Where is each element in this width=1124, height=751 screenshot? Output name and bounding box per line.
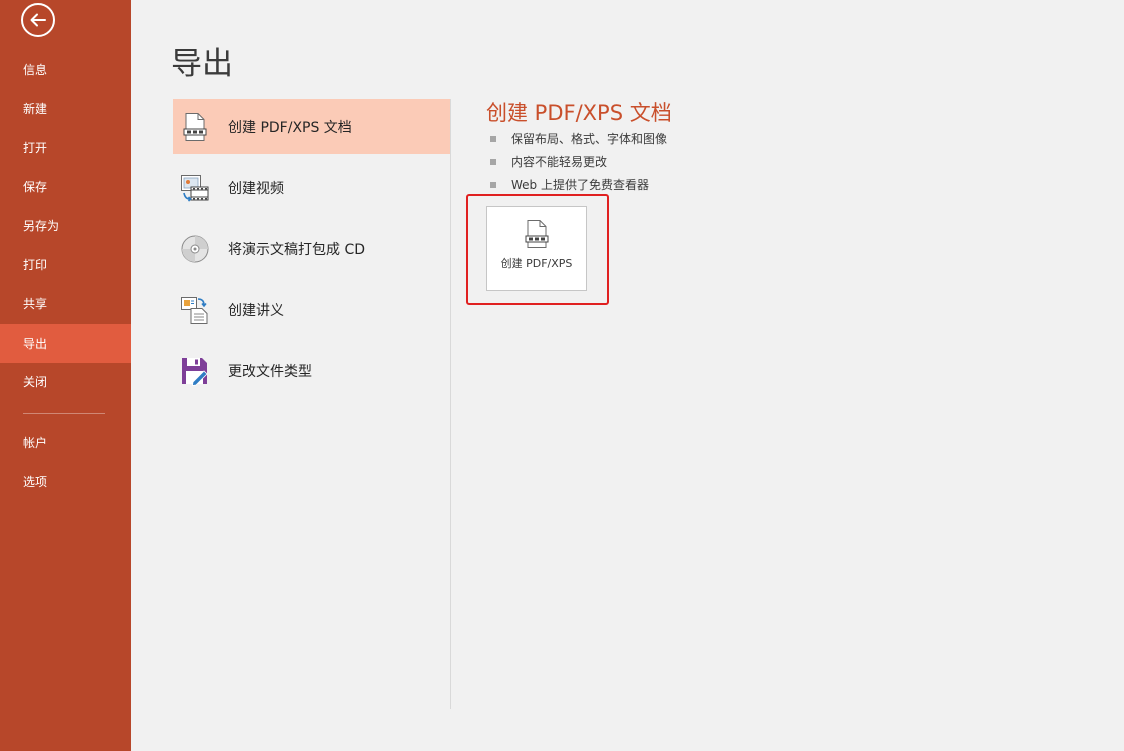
cd-icon [180,233,210,265]
nav-item-export[interactable]: 导出 [0,324,131,363]
nav-item-info[interactable]: 信息 [0,50,131,89]
nav-item-label: 保存 [23,180,48,194]
nav-item-label: 共享 [23,297,48,311]
option-label: 创建 PDF/XPS 文档 [228,119,352,136]
nav-item-label: 打印 [23,258,48,272]
button-label: 创建 PDF/XPS [500,257,573,270]
panel-divider [450,99,451,709]
list-item-text: 内容不能轻易更改 [511,155,608,169]
nav-item-label: 另存为 [23,219,60,233]
handout-icon [180,294,210,326]
nav-item-label: 选项 [23,475,48,489]
option-package-cd[interactable]: 将演示文稿打包成 CD [173,221,450,276]
nav-item-save[interactable]: 保存 [0,167,131,206]
list-item: 内容不能轻易更改 [490,150,667,173]
nav-item-save-as[interactable]: 另存为 [0,206,131,245]
create-pdf-xps-button[interactable]: 创建 PDF/XPS [486,206,587,291]
backstage-sidebar: 信息 新建 打开 保存 另存为 打印 共享 导出 关闭 帐户 选项 [0,0,131,751]
list-item: 保留布局、格式、字体和图像 [490,127,667,150]
pdf-document-icon [524,219,550,249]
back-button[interactable] [21,3,55,37]
nav-item-new[interactable]: 新建 [0,89,131,128]
change-file-type-icon [180,355,210,387]
option-create-handout[interactable]: 创建讲义 [173,282,450,337]
option-create-pdf-xps[interactable]: 创建 PDF/XPS 文档 [173,99,450,154]
option-change-file-type[interactable]: 更改文件类型 [173,343,450,398]
nav-item-label: 新建 [23,102,48,116]
option-label: 创建讲义 [228,302,284,319]
nav-item-share[interactable]: 共享 [0,284,131,323]
nav-item-label: 信息 [23,63,48,77]
option-create-video[interactable]: 创建视频 [173,160,450,215]
back-arrow-icon [30,13,46,27]
detail-title: 创建 PDF/XPS 文档 [486,101,672,125]
pdf-document-icon [180,111,210,143]
nav-item-print[interactable]: 打印 [0,245,131,284]
nav-item-label: 导出 [23,337,48,351]
nav-item-options[interactable]: 选项 [0,462,131,501]
option-label: 更改文件类型 [228,363,312,380]
nav-item-label: 打开 [23,141,48,155]
page-title: 导出 [171,46,233,82]
nav-item-account[interactable]: 帐户 [0,423,131,462]
bullet-square-icon [490,135,496,142]
nav-item-open[interactable]: 打开 [0,128,131,167]
list-item: Web 上提供了免费查看器 [490,173,667,196]
list-item-text: 保留布局、格式、字体和图像 [511,132,668,146]
list-item-text: Web 上提供了免费查看器 [511,178,649,192]
bullet-square-icon [490,181,496,188]
video-icon [180,172,210,204]
option-label: 创建视频 [228,180,284,197]
nav-item-close[interactable]: 关闭 [0,362,131,401]
feature-list: 保留布局、格式、字体和图像 内容不能轻易更改 Web 上提供了免费查看器 [490,127,667,196]
nav-item-label: 关闭 [23,375,48,389]
sidebar-divider [23,413,105,414]
nav-item-label: 帐户 [23,436,48,450]
option-label: 将演示文稿打包成 CD [228,241,366,258]
bullet-square-icon [490,158,496,165]
